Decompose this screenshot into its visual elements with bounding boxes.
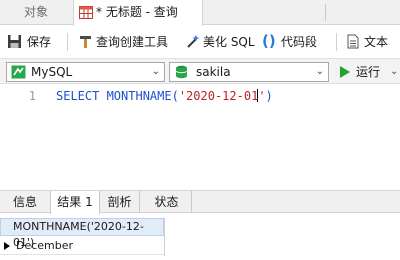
mysql-connection-icon	[11, 65, 26, 79]
chevron-down-icon: ⌄	[315, 66, 324, 77]
code-line[interactable]: SELECT MONTHNAME('2020-12-01')	[56, 89, 273, 103]
beautify-sql-button[interactable]: 美化 SQL	[184, 26, 256, 58]
result-grid: MONTHNAME('2020-12-01') December	[0, 214, 400, 260]
document-icon	[347, 34, 359, 49]
tab-divider	[325, 4, 326, 21]
text-label: 文本	[364, 35, 389, 49]
current-row-indicator-icon	[4, 242, 10, 250]
toolbar-divider	[67, 33, 68, 51]
query-builder-icon	[80, 36, 91, 48]
query-builder-label: 查询创建工具	[96, 35, 169, 49]
sql-string-end: '	[258, 89, 266, 103]
sql-string: '2020-12-01	[178, 89, 259, 103]
play-icon	[340, 66, 350, 78]
sql-editor[interactable]: 1 SELECT MONTHNAME('2020-12-01')	[0, 85, 400, 188]
query-table-icon	[79, 6, 93, 19]
database-select[interactable]: sakila ⌄	[169, 62, 329, 82]
save-button[interactable]: 保存	[6, 26, 56, 58]
beautify-sql-label: 美化 SQL	[203, 35, 255, 49]
parentheses-icon: ()	[262, 32, 276, 50]
result-tab-bar: 信息 结果 1 剖析 状态	[0, 190, 400, 214]
document-tab-bar: 对象 * 无标题 - 查询	[0, 0, 400, 26]
chevron-down-icon: ⌄	[151, 66, 160, 77]
tab-profile[interactable]: 剖析	[100, 191, 140, 213]
tab-query-label: * 无标题 - 查询	[96, 5, 178, 19]
magic-wand-icon	[187, 35, 200, 48]
run-button[interactable]: 运行 ⌄	[338, 62, 400, 82]
tab-result-1[interactable]: 结果 1	[50, 191, 100, 214]
save-label: 保存	[27, 35, 52, 49]
tab-status[interactable]: 状态	[142, 191, 192, 213]
table-cell[interactable]: December	[16, 239, 73, 252]
line-number: 1	[28, 89, 36, 103]
tab-objects[interactable]: 对象	[0, 0, 72, 25]
toolbar-divider	[336, 33, 337, 51]
column-header[interactable]: MONTHNAME('2020-12-01')	[0, 218, 164, 249]
connection-bar: MySQL ⌄ sakila ⌄ 运行 ⌄	[0, 58, 400, 84]
text-button[interactable]: 文本	[344, 26, 400, 58]
query-builder-button[interactable]: 查询创建工具	[77, 26, 177, 58]
tab-query[interactable]: * 无标题 - 查询	[73, 0, 203, 26]
database-icon	[175, 65, 188, 79]
sql-close-paren: )	[265, 89, 273, 103]
tab-info[interactable]: 信息	[4, 191, 46, 213]
code-snippet-button[interactable]: () 代码段	[262, 26, 328, 58]
save-icon	[8, 35, 21, 48]
column-divider	[164, 218, 165, 256]
table-row[interactable]: December	[0, 237, 164, 255]
run-label: 运行	[356, 65, 381, 79]
toolbar: 保存 查询创建工具 美化 SQL () 代码段 文本	[0, 26, 400, 58]
connection-select[interactable]: MySQL ⌄	[6, 62, 165, 82]
code-snippet-label: 代码段	[281, 35, 318, 49]
sql-keyword: SELECT MONTHNAME(	[56, 89, 179, 103]
chevron-down-icon[interactable]: ⌄	[390, 62, 398, 82]
connection-value: MySQL	[31, 65, 73, 79]
line-gutter: 1	[0, 85, 44, 188]
database-value: sakila	[196, 65, 231, 79]
